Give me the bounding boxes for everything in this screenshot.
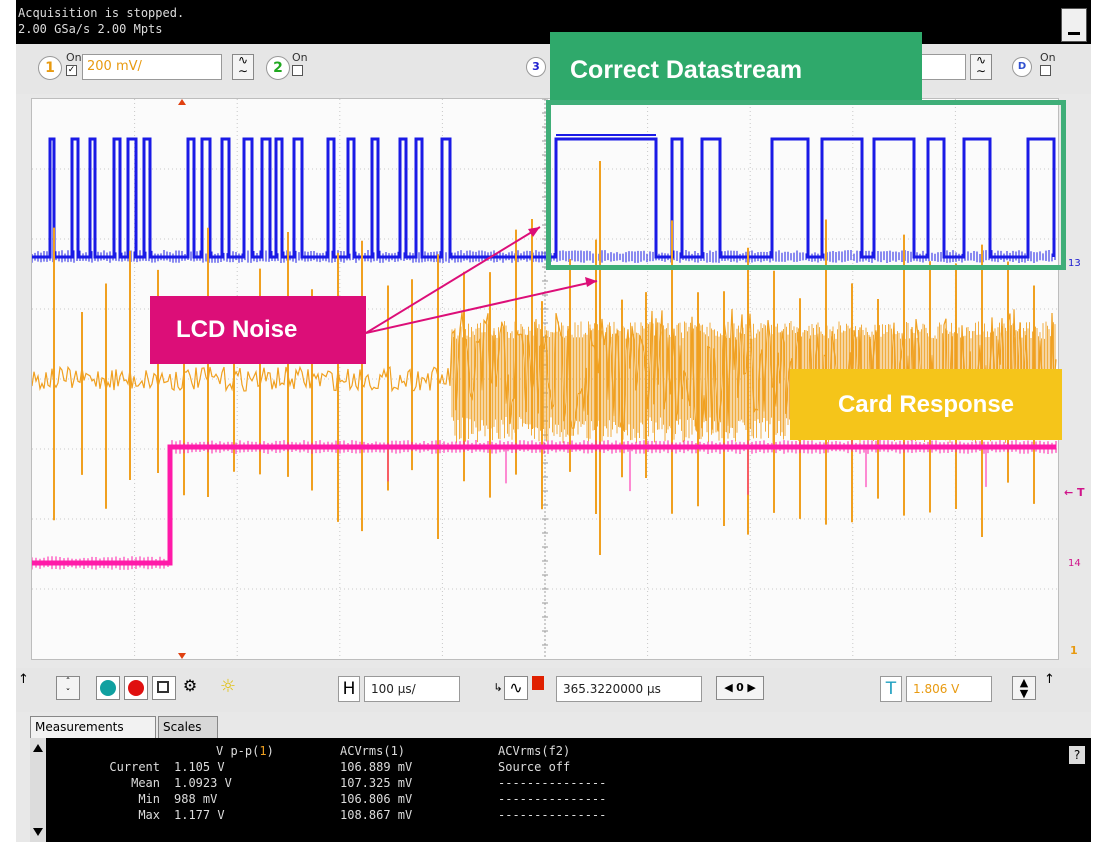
digital-channel-button[interactable]: D	[1012, 57, 1032, 77]
channel-1-button[interactable]: 1	[38, 56, 62, 80]
correct-datastream-highlight	[546, 100, 1066, 270]
scroll-up-icon[interactable]	[32, 742, 44, 754]
measurement-value: 107.325 mV	[340, 776, 413, 790]
stop-icon	[128, 680, 144, 696]
digital-on-label: On	[1040, 51, 1056, 64]
oscilloscope-window: Acquisition is stopped. 2.00 GSa/s 2.00 …	[16, 0, 1091, 842]
delay-mode-button[interactable]: ∿	[504, 676, 528, 700]
channel-1-on-label: On	[66, 51, 82, 64]
channel-1-ground-marker: 1	[1070, 644, 1078, 657]
horizontal-scale-field[interactable]: 100 µs/	[364, 676, 460, 702]
channel-3-scale-field[interactable]	[916, 54, 966, 80]
tab-measurements[interactable]: Measurements	[30, 716, 156, 738]
measurement-row-label: Max	[138, 808, 160, 822]
minimize-button[interactable]	[1061, 8, 1087, 42]
channel-2-on-checkbox[interactable]	[292, 65, 303, 76]
measurement-value: 1.177 V	[174, 808, 225, 822]
run-icon	[100, 680, 116, 696]
horizontal-label: H	[338, 676, 360, 702]
delay-marker-icon	[532, 676, 544, 690]
channel-4-marker: 14	[1068, 558, 1081, 569]
tab-scales[interactable]: Scales	[158, 716, 218, 738]
trigger-level-field[interactable]: 1.806 V	[906, 676, 992, 702]
run-button[interactable]	[96, 676, 120, 700]
channel-1-scale-field[interactable]: 200 mV/	[82, 54, 222, 80]
column-header-acvrms-1: ACVrms(1)	[340, 744, 406, 758]
measurement-value: Source off	[498, 760, 571, 774]
measurement-value: 108.867 mV	[340, 808, 413, 822]
trace-scroll-icon[interactable]: ˆˇ	[56, 676, 80, 700]
lcd-noise-label: LCD Noise	[150, 296, 366, 364]
stop-button[interactable]	[124, 676, 148, 700]
channel-2-button[interactable]: 2	[266, 56, 290, 80]
trigger-level-stepper[interactable]: ▲ ▼	[1012, 676, 1036, 700]
sample-rate: 2.00 GSa/s 2.00 Mpts	[18, 22, 163, 36]
arrow-up-right-icon[interactable]: ↑	[1044, 672, 1056, 696]
column-header-vpp: V p-p(1)	[216, 744, 274, 758]
digital-on-checkbox[interactable]	[1040, 65, 1051, 76]
measurement-row-label: Mean	[131, 776, 160, 790]
trigger-marker: ← T	[1064, 486, 1085, 499]
help-button[interactable]: ?	[1069, 746, 1085, 764]
channel-2-on-label: On	[292, 51, 308, 64]
trigger-label: T	[880, 676, 902, 702]
scroll-down-icon[interactable]	[32, 826, 44, 838]
correct-datastream-label: Correct Datastream	[550, 32, 922, 100]
measurement-value: 106.806 mV	[340, 792, 413, 806]
channel-3-marker: 13	[1068, 258, 1081, 269]
delay-nav-value: 0	[736, 681, 744, 694]
arrow-up-icon[interactable]: ↑	[18, 672, 30, 696]
acquisition-status: Acquisition is stopped.	[18, 6, 185, 20]
measurement-value: 106.889 mV	[340, 760, 413, 774]
single-icon	[157, 681, 169, 693]
measurements-panel: V p-p(1) ACVrms(1) ACVrms(f2) Current 1.1…	[30, 738, 1091, 842]
column-header-acvrms-f2: ACVrms(f2)	[498, 744, 571, 758]
channel-3-coupling-button[interactable]: ∿ ∼	[970, 54, 992, 80]
measurement-value: ---------------	[498, 776, 607, 790]
measurement-value: ---------------	[498, 808, 607, 822]
delay-field[interactable]: 365.3220000 µs	[556, 676, 702, 702]
channel-3-button[interactable]: 3	[526, 57, 546, 77]
measurement-value: 1.0923 V	[174, 776, 232, 790]
card-response-label: Card Response	[790, 369, 1062, 440]
measurement-row-label: Current	[109, 760, 160, 774]
single-button[interactable]	[152, 676, 176, 700]
bottom-toolbar: ↑ ˆˇ ⚙ ☼ H 100 µs/ ↳ ∿ 365.3220000 µs ◀ …	[16, 668, 1091, 712]
channel-1-on-checkbox[interactable]: ✓	[66, 65, 77, 76]
measurement-value: 988 mV	[174, 792, 218, 806]
autoscale-button[interactable]: ⚙	[178, 676, 202, 700]
channel-1-coupling-button[interactable]: ∿ ∼	[232, 54, 254, 80]
delay-nav-control[interactable]: ◀ 0 ▶	[716, 676, 764, 700]
measurement-value: ---------------	[498, 792, 607, 806]
trigger-marker-label: T	[1077, 486, 1085, 499]
measurement-row-label: Min	[138, 792, 160, 806]
measurement-value: 1.105 V	[174, 760, 225, 774]
sun-icon[interactable]: ☼	[216, 676, 240, 700]
measurements-scrollbar[interactable]	[30, 738, 46, 842]
